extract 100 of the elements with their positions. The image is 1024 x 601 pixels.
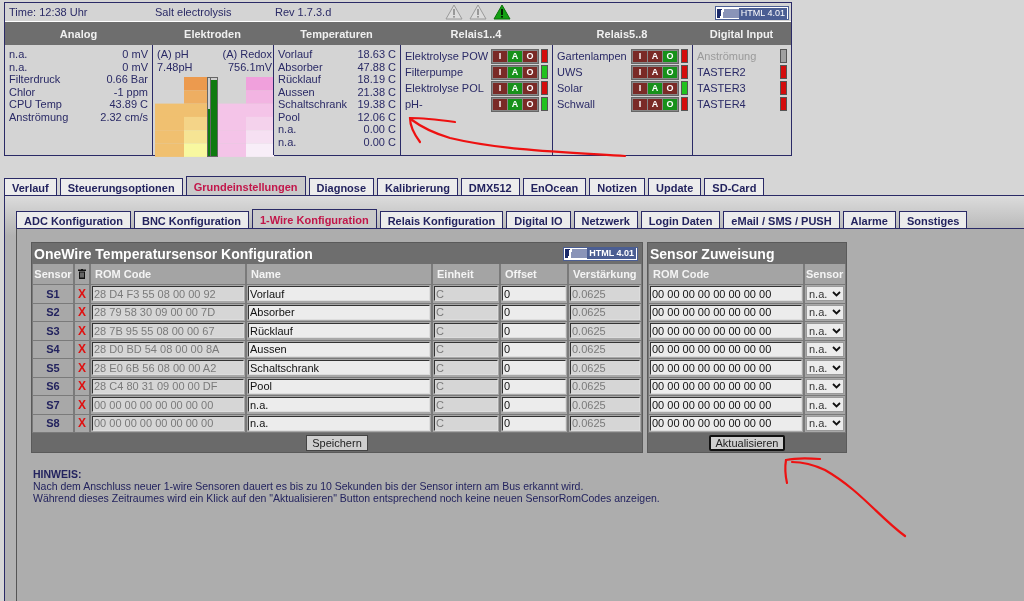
tab[interactable]: Digital IO	[506, 211, 571, 230]
sensor-id: S5	[33, 359, 73, 377]
name-field[interactable]: Aussen	[248, 341, 430, 357]
offset-field[interactable]: 0	[502, 397, 566, 413]
section-header: Relais1..4	[400, 21, 552, 45]
mode-button[interactable]: A	[508, 82, 522, 94]
mode-button[interactable]: A	[508, 66, 522, 78]
mode-button[interactable]: I	[493, 98, 507, 110]
rom-code-field[interactable]: 00 00 00 00 00 00 00 00	[650, 341, 802, 357]
mode-button[interactable]: I	[493, 50, 507, 62]
column-header: Name	[247, 264, 431, 284]
save-button[interactable]: Speichern	[306, 434, 368, 451]
relay-name: Elektrolyse POL	[405, 82, 485, 94]
mode-button[interactable]: A	[648, 82, 662, 94]
mode-button[interactable]: O	[523, 50, 537, 62]
tab[interactable]: Netzwerk	[573, 211, 638, 230]
tab[interactable]: ADC Konfiguration	[16, 211, 131, 230]
offset-field[interactable]: 0	[502, 323, 566, 339]
mode-button[interactable]: A	[648, 98, 662, 110]
sensor-id: S3	[33, 322, 73, 340]
mode-button[interactable]: O	[663, 82, 677, 94]
temperature-label: Rücklauf	[278, 73, 321, 86]
time-label: Time: 12:38 Uhr	[9, 6, 88, 18]
temperature-label: Schaltschrank	[278, 98, 348, 111]
relay-name: Elektrolyse POW	[405, 50, 490, 62]
electrode-value: 7.48pH	[156, 61, 194, 74]
relay-name: Filterpumpe	[405, 66, 465, 78]
column-header: Sensor	[33, 264, 73, 284]
tab[interactable]: 1-Wire Konfiguration	[251, 209, 377, 230]
name-field[interactable]: Schaltschrank	[248, 360, 430, 376]
name-field[interactable]: Vorlauf	[248, 286, 430, 302]
mode-button[interactable]: A	[648, 50, 662, 62]
tab[interactable]: Verlauf	[4, 178, 57, 197]
offset-field[interactable]: 0	[502, 304, 566, 320]
table-title: Sensor Zuweisung	[650, 245, 775, 262]
name-field[interactable]: Rücklauf	[248, 323, 430, 339]
relay-name: UWS	[557, 66, 584, 78]
sensor-value: 0 mV	[122, 48, 148, 61]
offset-field[interactable]: 0	[502, 378, 566, 394]
mode-button[interactable]: O	[663, 50, 677, 62]
mode-button[interactable]: O	[663, 98, 677, 110]
rom-code-field[interactable]: 00 00 00 00 00 00 00 00	[650, 286, 802, 302]
section-header: Digital Input	[692, 21, 791, 45]
sensor-dropdown[interactable]: n.a.	[806, 323, 844, 339]
sensor-label: n.a.	[9, 60, 28, 73]
offset-field[interactable]: 0	[502, 360, 566, 376]
offset-field[interactable]: 0	[502, 341, 566, 357]
temperature-value: 18.63 C	[357, 48, 396, 61]
app-title: Salt electrolysis	[155, 6, 232, 18]
sensor-label: Anströmung	[9, 110, 69, 123]
rom-code-field[interactable]: 00 00 00 00 00 00 00 00	[650, 397, 802, 413]
mode-button[interactable]: I	[493, 66, 507, 78]
temperature-label: n.a.	[278, 123, 297, 136]
sensor-dropdown[interactable]: n.a.	[806, 397, 844, 413]
mode-button[interactable]: I	[633, 82, 647, 94]
temperature-label: Pool	[278, 110, 301, 123]
rom-code-field[interactable]: 00 00 00 00 00 00 00 00	[650, 415, 802, 431]
sensor-label: n.a.	[9, 48, 28, 61]
mode-button[interactable]: I	[633, 50, 647, 62]
mode-button[interactable]: A	[648, 66, 662, 78]
sensor-id: S1	[33, 285, 73, 303]
temperature-value: 21.38 C	[357, 85, 396, 98]
offset-field[interactable]: 0	[502, 286, 566, 302]
name-field[interactable]: n.a.	[248, 397, 430, 413]
validator-badge[interactable]: HTML 4.01	[563, 246, 638, 261]
mode-button[interactable]: O	[523, 98, 537, 110]
mode-button[interactable]: I	[633, 98, 647, 110]
chevron-down-icon	[832, 420, 841, 427]
rom-code-field[interactable]: 00 00 00 00 00 00 00 00	[650, 378, 802, 394]
electrode-label: (A) Redox	[221, 48, 273, 61]
sensor-dropdown[interactable]: n.a.	[806, 286, 844, 302]
name-field[interactable]: n.a.	[248, 415, 430, 431]
mode-button[interactable]: I	[493, 82, 507, 94]
rom-code-field[interactable]: 00 00 00 00 00 00 00 00	[650, 323, 802, 339]
sensor-value: 2.32 cm/s	[100, 110, 148, 123]
column-header: ROM Code	[649, 264, 803, 284]
mode-button[interactable]: I	[633, 66, 647, 78]
rom-code-field[interactable]: 00 00 00 00 00 00 00 00	[650, 304, 802, 320]
sensor-dropdown[interactable]: n.a.	[806, 304, 844, 320]
tab[interactable]: Kalibrierung	[377, 178, 458, 197]
tab[interactable]: Grundeinstellungen	[185, 176, 306, 197]
name-field[interactable]: Pool	[248, 378, 430, 394]
relay-name: Schwall	[557, 98, 596, 110]
sensor-dropdown[interactable]: n.a.	[806, 341, 844, 357]
input-name: TASTER3	[697, 82, 747, 94]
sensor-dropdown[interactable]: n.a.	[806, 415, 844, 431]
sensor-dropdown[interactable]: n.a.	[806, 378, 844, 394]
validator-badge[interactable]: HTML 4.01	[714, 6, 789, 20]
mode-button[interactable]: A	[508, 98, 522, 110]
mode-button[interactable]: O	[663, 66, 677, 78]
mode-button[interactable]: O	[523, 82, 537, 94]
refresh-button[interactable]: Aktualisieren	[708, 434, 786, 451]
mode-button[interactable]: O	[523, 66, 537, 78]
sensor-dropdown[interactable]: n.a.	[806, 360, 844, 376]
electrode-label: (A) pH	[156, 48, 190, 61]
note-text: Nach dem Anschluss neuer 1-wire Sensoren dauert es bis zu 10 Sekunden bis der Sensor intern am Bus erkannt wird.	[33, 480, 585, 492]
offset-field[interactable]: 0	[502, 415, 566, 431]
rom-code-field[interactable]: 00 00 00 00 00 00 00 00	[650, 360, 802, 376]
mode-button[interactable]: A	[508, 50, 522, 62]
name-field[interactable]: Absorber	[248, 304, 430, 320]
